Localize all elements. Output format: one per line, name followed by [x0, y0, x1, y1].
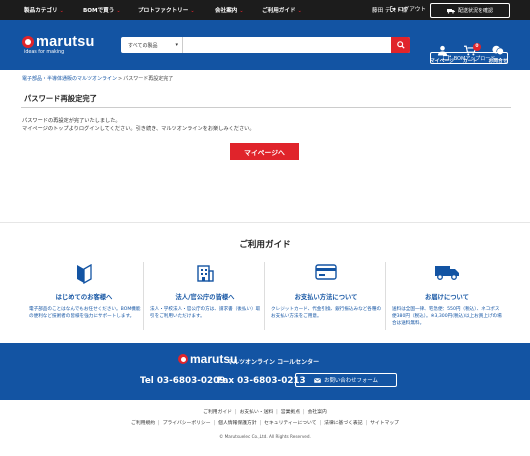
footer-link-legal[interactable]: 法律に基づく表記: [324, 421, 362, 426]
copyright: © Marutsuelec Co.,Ltd. All Rights Reserv…: [219, 434, 311, 439]
upload-icon: [442, 55, 451, 61]
search-category-select[interactable]: すべての製品 ▾: [121, 37, 183, 53]
footer-link-terms[interactable]: ご利用規約: [131, 421, 155, 426]
page-title-container: パスワード再設定完了: [21, 94, 511, 108]
breadcrumb-home-link[interactable]: 電子部品・半導体通販のマルツオンライン: [22, 76, 117, 82]
logout-link[interactable]: ログアウト: [390, 5, 426, 13]
footer-link-payment[interactable]: お支払い・送料: [240, 410, 274, 415]
footer-links-secondary: ご利用規約 | プライバシーポリシー | 個人情報保護方針 | セキュリティーについて | 法律…: [131, 421, 399, 426]
chevron-down-icon: ⌄: [239, 8, 244, 14]
guide-payment[interactable]: お支払い方法について クレジットカード、代金引換、銀行振込みなど各種のお支払い方…: [266, 260, 386, 335]
fax-number: Fax 03-6803-0213: [217, 376, 306, 386]
footer-link-guide[interactable]: ご利用ガイド: [203, 410, 232, 415]
tel-number[interactable]: Tel 03-6803-0209: [140, 376, 225, 386]
footer-link-privacy-policy[interactable]: プライバシーポリシー: [163, 421, 211, 426]
chevron-down-icon: ⌄: [116, 8, 121, 14]
logo-mark: [178, 354, 188, 364]
beginner-icon: [77, 263, 92, 285]
mail-icon: [314, 377, 321, 383]
footer-link-offices[interactable]: 営業拠点: [281, 410, 300, 415]
nav-product-category[interactable]: 製品カテゴリ ⌄: [24, 6, 64, 14]
logo-wordmark: marutsu: [36, 34, 95, 50]
call-center-label: マルツオンライン コールセンター: [227, 359, 320, 366]
bom-upload-button[interactable]: BOMアップロード: [430, 52, 508, 64]
search-input[interactable]: [184, 37, 391, 53]
breadcrumb-current: パスワード再設定完了: [123, 76, 174, 82]
completion-message: パスワードの再設定が完了いたしました。 マイページのトップよりログインしてくださ…: [22, 118, 255, 132]
search-icon: [396, 41, 405, 49]
section-divider: [0, 222, 530, 223]
footer-link-security[interactable]: セキュリティーについて: [264, 421, 316, 426]
footer-links-primary: ご利用ガイド | お支払い・送料 | 営業拠点 | 会社案内: [203, 410, 327, 415]
building-icon: [197, 265, 214, 282]
truck-icon: [435, 266, 459, 280]
nav-proto-factory[interactable]: プロトファクトリー ⌄: [138, 6, 195, 14]
column-divider: [385, 262, 386, 330]
column-divider: [264, 262, 265, 330]
nav-guide[interactable]: ご利用ガイド ⌄: [262, 6, 302, 14]
guide-delivery[interactable]: お届けについて 送料は全国一律、宅急便：550円（税込）、ネコポス便380円（税…: [387, 260, 507, 335]
footer-link-sitemap[interactable]: サイトマップ: [370, 421, 399, 426]
logo-mark: [22, 36, 34, 48]
page: 製品カテゴリ ⌄ BOMで買う ⌄ プロトファクトリー ⌄ 会社案内 ⌄ ご利用ガイド ⌄…: [0, 0, 530, 456]
guide-corporate[interactable]: 法人/官公庁の皆様へ 法人・学校法人・官公庁の方は、請求書（後払い）取引をご利用…: [145, 260, 265, 335]
call-center-band: marutsu マルツオンライン コールセンター Tel 03-6803-020…: [0, 343, 530, 400]
search-button[interactable]: [391, 37, 410, 53]
truck-icon: [446, 8, 455, 13]
go-to-mypage-button[interactable]: マイページへ: [230, 143, 299, 160]
footer-link-personal-info[interactable]: 個人情報保護方針: [218, 421, 256, 426]
logout-icon: [390, 6, 396, 12]
inquiry-form-button[interactable]: お問い合わせフォーム: [295, 373, 397, 387]
breadcrumb: 電子部品・半導体通販のマルツオンライン>パスワード再設定完了: [22, 76, 174, 82]
chevron-down-icon: ⌄: [59, 8, 64, 14]
column-divider: [143, 262, 144, 330]
top-nav: 製品カテゴリ ⌄ BOMで買う ⌄ プロトファクトリー ⌄ 会社案内 ⌄ ご利用ガイド ⌄…: [0, 0, 530, 20]
search-bar: すべての製品 ▾: [121, 37, 410, 53]
page-title: パスワード再設定完了: [24, 94, 97, 103]
guide-section-title: ご利用ガイド: [239, 240, 291, 250]
footer-link-company[interactable]: 会社案内: [308, 410, 327, 415]
guide-beginner[interactable]: はじめてのお客様へ 電子部品のことはなんでもお任せください。BOM機能の便利など…: [24, 260, 144, 335]
cart-count-badge: 0: [473, 43, 481, 51]
payment-card-icon: [315, 264, 337, 280]
nav-bom[interactable]: BOMで買う ⌄: [83, 6, 121, 14]
chevron-down-icon: ⌄: [190, 8, 195, 14]
chevron-down-icon: ⌄: [297, 8, 302, 14]
dropdown-arrow-icon: ▾: [175, 42, 178, 48]
logo-tagline: ideas for making: [24, 50, 65, 55]
delivery-status-button[interactable]: 配送状況を確認: [430, 3, 510, 18]
nav-company[interactable]: 会社案内 ⌄: [215, 6, 244, 14]
